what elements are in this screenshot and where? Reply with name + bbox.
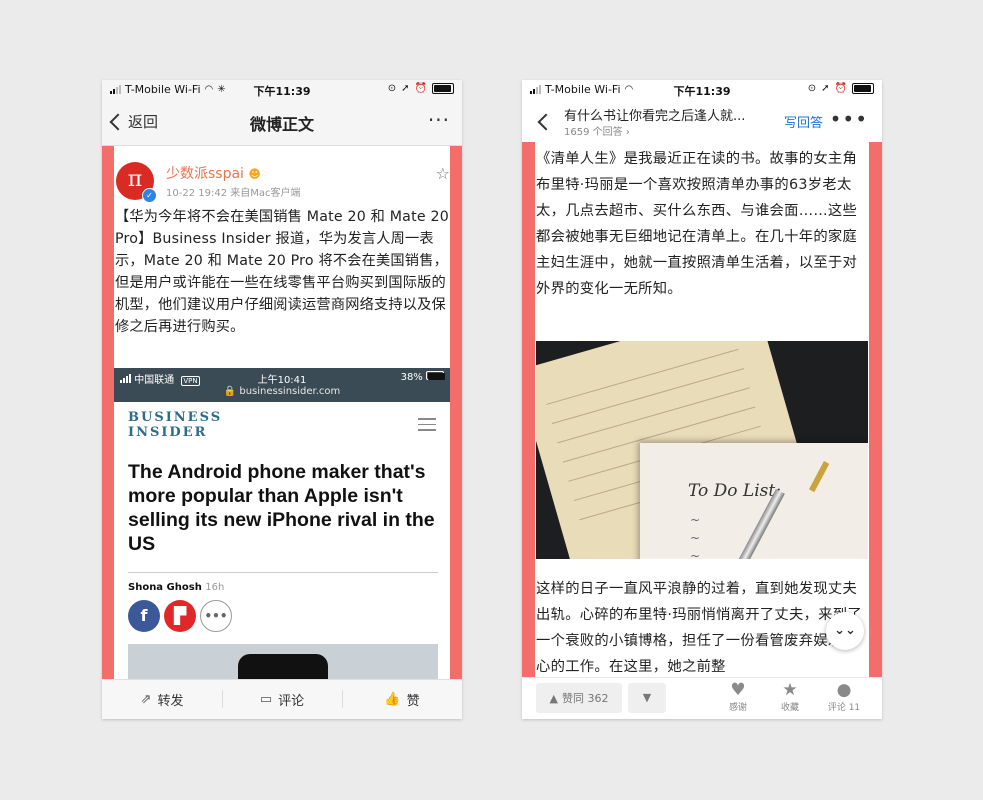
action-bar: ▲ 赞同 362 ▼ ♥ 感谢 ★ 收藏 ● 评论 11	[522, 677, 882, 719]
business-insider-logo: BUSINESS INSIDER	[128, 410, 222, 440]
article-headline: The Android phone maker that's more popu…	[128, 461, 435, 555]
article-byline: Shona Ghosh 16h	[128, 582, 224, 593]
article-age: 16h	[205, 582, 225, 593]
more-button[interactable]: ···	[428, 108, 450, 132]
menu-icon	[418, 418, 436, 435]
share-icon: ⇗	[140, 692, 152, 707]
answer-content: 《清单人生》是我最近正在读的书。故事的女主角布里特·玛丽是一个喜欢按照清单办事的…	[522, 142, 882, 678]
divider	[128, 572, 438, 573]
comments-label: 评论 11	[827, 703, 861, 713]
more-button[interactable]: •••	[830, 107, 868, 131]
zhihu-phone: T-Mobile Wi-Fi ◠ 下午11:39 ⊙ ➚ ⏰ 有什么书让你看完之…	[522, 80, 882, 719]
battery-icon	[852, 83, 874, 94]
answer-count[interactable]: 1659 个回答 ›	[564, 123, 630, 138]
comment-label: 评论	[278, 694, 305, 709]
article-photo	[128, 644, 438, 680]
orientation-lock-icon: ⊙	[387, 83, 397, 94]
post-meta: 10-22 19:42 来自Mac客户端	[166, 188, 301, 199]
comment-bubble-icon: ●	[836, 680, 852, 700]
more-share-icon: •••	[200, 600, 232, 632]
post-content: π ✓ 少数派sspai ☻ 10-22 19:42 来自Mac客户端 ☆ 【华…	[102, 146, 462, 680]
article-author: Shona Ghosh	[128, 582, 202, 593]
embedded-url: 🔒 businessinsider.com	[223, 386, 341, 397]
triangle-up-icon: ▲	[549, 691, 558, 705]
member-badge-icon: ☻	[248, 167, 261, 181]
embedded-battery-text: 38%	[400, 372, 423, 383]
logo-line-1: BUSINESS	[128, 410, 223, 425]
heart-icon: ♥	[730, 680, 746, 700]
like-button[interactable]: 👍 赞	[342, 680, 462, 719]
weibo-phone: T-Mobile Wi-Fi ◠ ✳ 下午11:39 ⊙ ➚ ⏰ 返回 微博正文…	[102, 80, 462, 719]
scroll-down-button[interactable]: ⌄⌄	[826, 612, 864, 650]
status-bar: T-Mobile Wi-Fi ◠ ✳ 下午11:39 ⊙ ➚ ⏰	[102, 80, 462, 100]
upvote-label: 赞同 362	[561, 692, 609, 705]
repost-button[interactable]: ⇗ 转发	[102, 680, 222, 719]
action-bar: ⇗ 转发 ▭ 评论 👍 赞	[102, 679, 462, 719]
like-label: 赞	[406, 694, 420, 709]
flipboard-icon: ▛	[164, 600, 196, 632]
comment-button[interactable]: ▭ 评论	[222, 680, 342, 719]
orientation-lock-icon: ⊙	[807, 83, 817, 94]
todo-dash: ~	[690, 531, 701, 545]
location-icon: ➚	[821, 83, 830, 94]
upvote-button[interactable]: ▲ 赞同 362	[536, 683, 622, 713]
favorite-label: 收藏	[780, 703, 799, 713]
logo-line-2: INSIDER	[128, 425, 208, 440]
comments-button[interactable]: ● 评论 11	[824, 680, 864, 713]
thanks-label: 感谢	[728, 703, 747, 713]
double-chevron-down-icon: ⌄⌄	[834, 623, 856, 638]
facebook-icon: f	[128, 600, 160, 632]
page-title: 微博正文	[249, 115, 314, 134]
answer-paragraph-2: 这样的日子一直风平浪静的过着，直到她发现丈夫出轨。心碎的布里特·玛丽悄悄离开了丈…	[536, 581, 862, 675]
embedded-status-bar: 中国联通 VPN 上午10:41 38% 🔒 businessinsider.c…	[114, 368, 450, 402]
share-row: f ▛ •••	[128, 600, 232, 632]
todo-text: To Do List:	[688, 481, 781, 501]
battery-icon	[432, 83, 454, 94]
comment-icon: ▭	[259, 692, 273, 707]
answer-image: To Do List: ~ ~ ~	[536, 341, 868, 559]
favorite-button[interactable]: ★ 收藏	[770, 680, 810, 713]
repost-label: 转发	[157, 694, 184, 709]
write-answer-button[interactable]: 写回答	[784, 112, 823, 131]
todo-dash: ~	[690, 513, 701, 527]
embedded-battery-icon	[426, 371, 445, 380]
back-button[interactable]	[537, 113, 555, 131]
location-icon: ➚	[401, 83, 410, 94]
triangle-down-icon: ▼	[642, 691, 652, 704]
star-icon: ★	[782, 680, 798, 700]
alarm-icon: ⏰	[834, 83, 847, 94]
star-icon[interactable]: ☆	[436, 164, 450, 183]
author-name-text: 少数派sspai	[166, 166, 244, 182]
thanks-button[interactable]: ♥ 感谢	[718, 680, 758, 713]
embedded-screenshot[interactable]: 中国联通 VPN 上午10:41 38% 🔒 businessinsider.c…	[114, 368, 450, 680]
phone-image	[238, 654, 328, 680]
author-name[interactable]: 少数派sspai ☻	[166, 163, 261, 183]
nav-bar: 返回 微博正文 ···	[102, 100, 462, 146]
answer-paragraph-1: 《清单人生》是我最近正在读的书。故事的女主角布里特·玛丽是一个喜欢按照清单办事的…	[536, 151, 858, 297]
question-title[interactable]: 有什么书让你看完之后逢人就...	[564, 105, 745, 124]
thumbs-up-icon: 👍	[384, 692, 401, 707]
downvote-button[interactable]: ▼	[628, 683, 666, 713]
post-text: 【华为今年将不会在美国销售 Mate 20 和 Mate 20 Pro】Busi…	[115, 209, 449, 335]
alarm-icon: ⏰	[414, 83, 427, 94]
nav-bar: 有什么书让你看完之后逢人就... 1659 个回答 › 写回答 •••	[522, 100, 882, 142]
status-bar: T-Mobile Wi-Fi ◠ 下午11:39 ⊙ ➚ ⏰	[522, 80, 882, 100]
verified-icon: ✓	[142, 188, 157, 203]
todo-dash: ~	[690, 549, 701, 559]
